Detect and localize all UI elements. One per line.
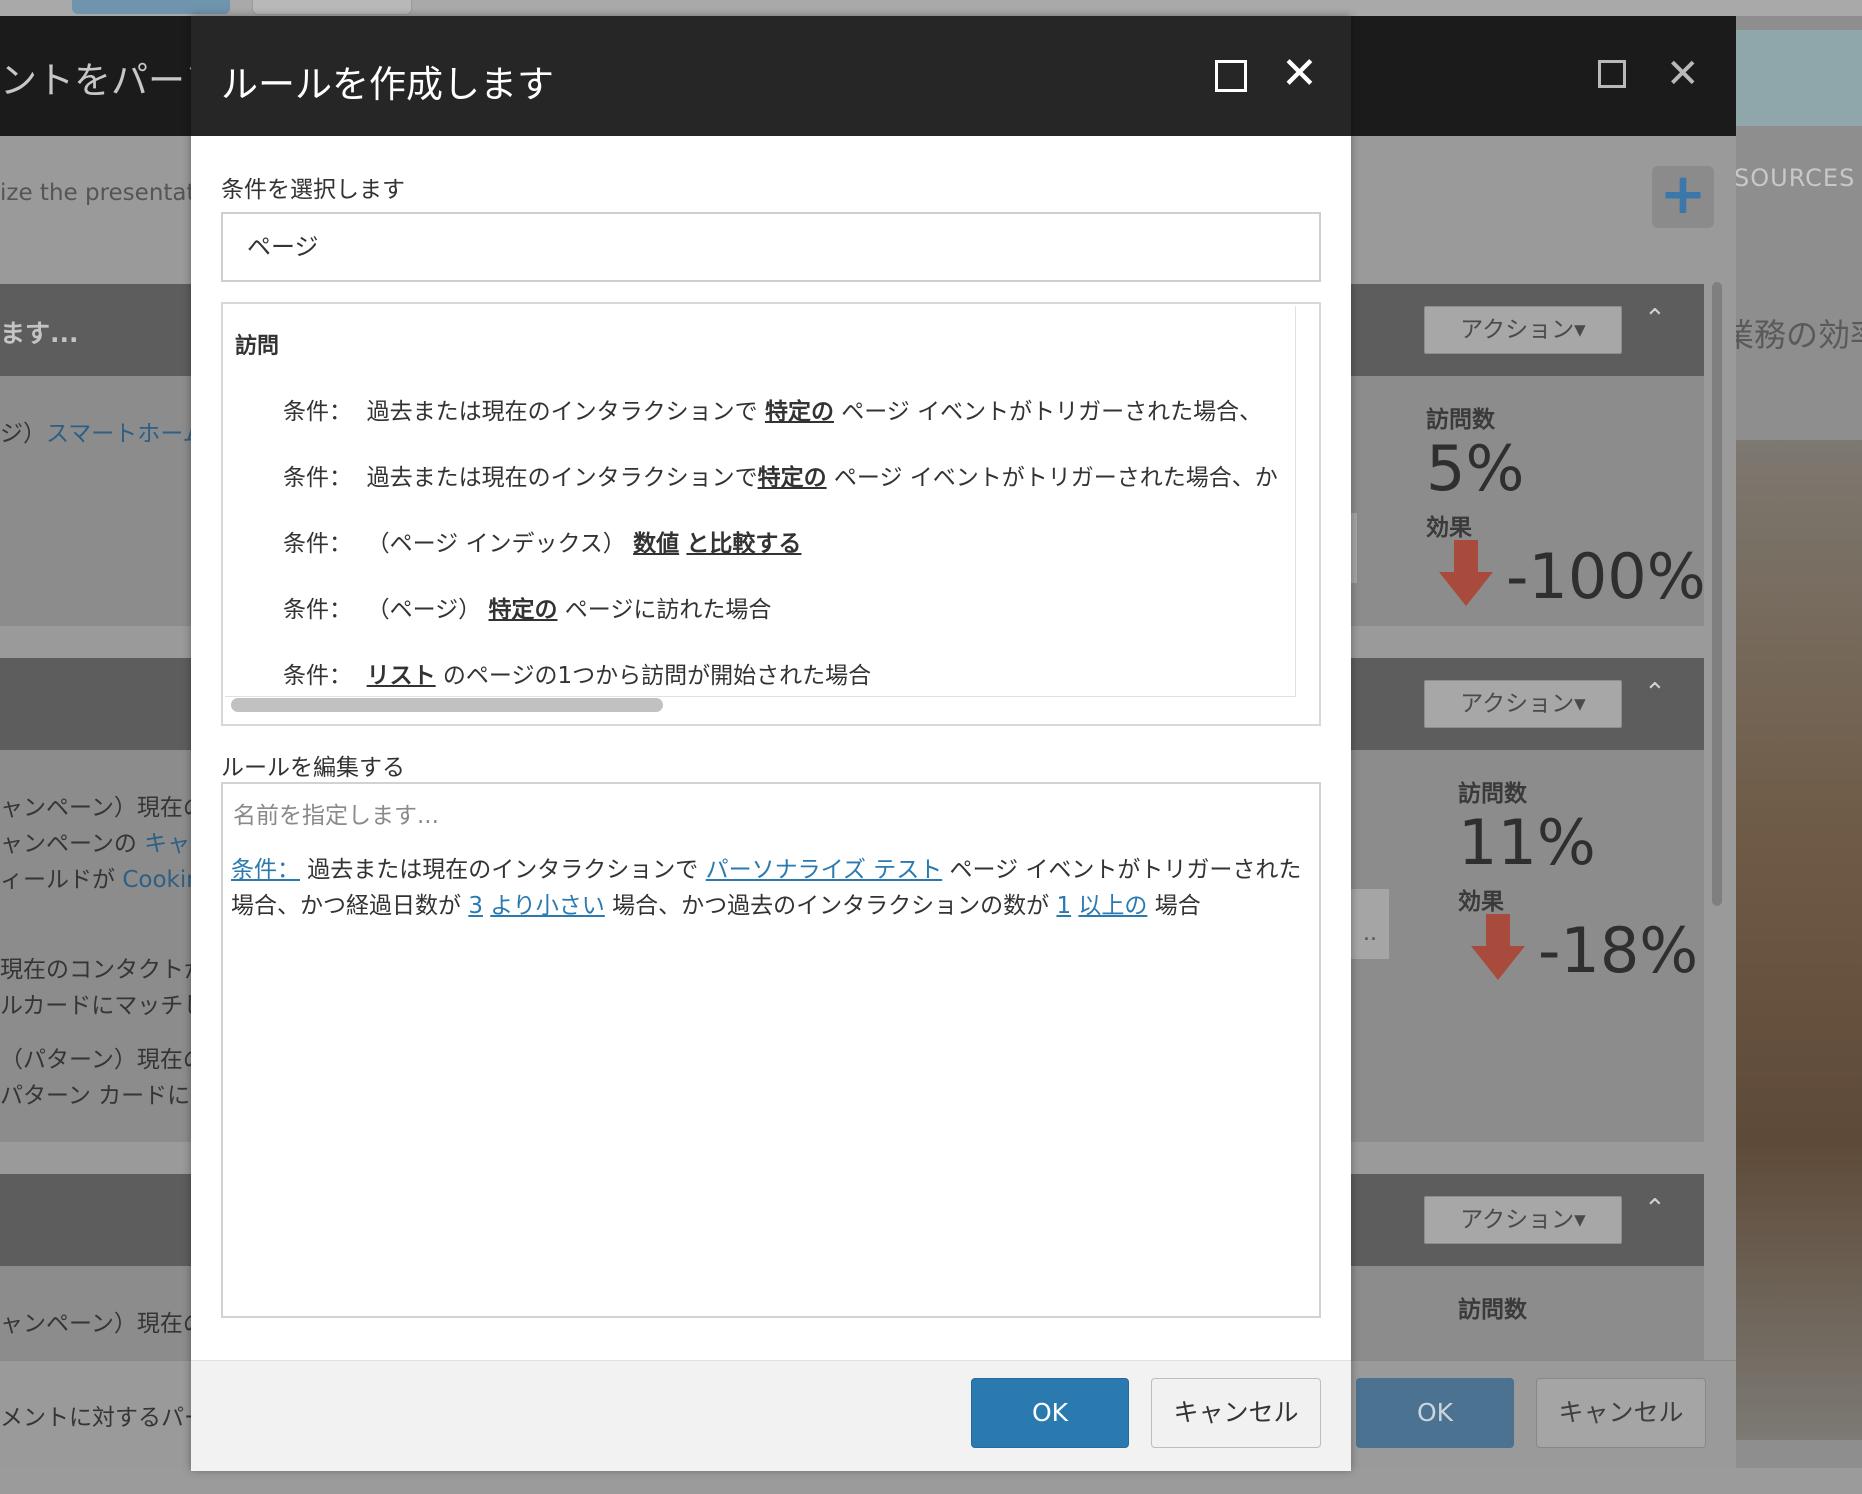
- condition-category: 訪問: [235, 334, 280, 359]
- rule-text: ジ）スマートホーム: [0, 421, 206, 447]
- background-tab-active[interactable]: [72, 0, 230, 14]
- outer-cancel-button[interactable]: キャンセル: [1536, 1378, 1706, 1448]
- action-dropdown[interactable]: アクション▾: [1424, 306, 1622, 354]
- effect-label: 効果: [1458, 889, 1504, 915]
- background-image: [1736, 440, 1862, 1440]
- collapse-icon[interactable]: ⌃: [1644, 678, 1666, 708]
- effect-value: -18%: [1538, 914, 1699, 987]
- condition-select-label: 条件を選択します: [221, 177, 405, 203]
- visits-label: 訪問数: [1426, 407, 1495, 433]
- effect-label: 効果: [1426, 515, 1472, 541]
- outer-dialog-subtitle: ize the presentatio: [0, 180, 216, 206]
- condition-item[interactable]: 条件： リスト のページの1つから訪問が開始された場合: [283, 656, 871, 690]
- background-bottom-strip: [0, 1468, 1862, 1494]
- visits-value: 11%: [1458, 806, 1596, 879]
- condition-item[interactable]: 条件： 過去または現在のインタラクションで 特定の ページ イベントがトリガーさ…: [283, 392, 1262, 426]
- create-rule-dialog: ルールを作成します ✕ 条件を選択します ページ 訪問 条件： 過去または現在の…: [191, 16, 1351, 1471]
- count-value-link[interactable]: 1: [1056, 893, 1071, 919]
- visits-label: 訪問数: [1458, 781, 1527, 807]
- collapse-icon[interactable]: ⌃: [1644, 304, 1666, 334]
- condition-link[interactable]: 条件：: [231, 857, 300, 883]
- rule-name-input[interactable]: 名前を指定します...: [233, 796, 439, 830]
- condition-item[interactable]: 条件： （ページ インデックス） 数値 と比較する: [283, 524, 801, 558]
- background-heading: 業務の効率: [1722, 316, 1862, 354]
- resources-tab-label[interactable]: SOURCES: [1734, 164, 1855, 192]
- visits-value: 5%: [1426, 432, 1525, 505]
- background-tab[interactable]: [252, 0, 412, 15]
- rule-text: 現在のコンタクトが: [0, 957, 207, 983]
- condition-list-horizontal-scrollbar[interactable]: [231, 698, 663, 712]
- close-icon[interactable]: ✕: [1666, 54, 1700, 94]
- rule-editor[interactable]: 名前を指定します... 条件： 過去または現在のインタラクションで パーソナライ…: [221, 782, 1321, 1318]
- condition-item[interactable]: 条件： 過去または現在のインタラクションで特定の ページ イベントがトリガーされ…: [283, 458, 1278, 492]
- down-arrow-icon-head: [1471, 946, 1525, 980]
- down-arrow-icon: [1486, 914, 1510, 948]
- condition-list: 訪問 条件： 過去または現在のインタラクションで 特定の ページ イベントがトリ…: [221, 302, 1321, 726]
- rule-link[interactable]: スマートホーム: [46, 421, 206, 447]
- action-dropdown[interactable]: アクション▾: [1424, 680, 1622, 728]
- count-operator-link[interactable]: 以上の: [1078, 893, 1147, 919]
- panel-side-button[interactable]: ..: [1350, 888, 1390, 960]
- background-scrollbar[interactable]: [1712, 282, 1722, 906]
- rule-text: パターン カードにマ: [0, 1083, 214, 1109]
- maximize-icon[interactable]: [1598, 60, 1626, 88]
- add-icon[interactable]: +: [1652, 166, 1714, 228]
- outer-dialog-title: ントをパーソ: [0, 59, 222, 102]
- ok-button[interactable]: OK: [971, 1378, 1129, 1448]
- condition-item[interactable]: 条件： （ページ） 特定の ページに訪れた場合: [283, 590, 771, 624]
- down-arrow-icon: [1454, 540, 1478, 574]
- footer-text: メントに対するパー: [0, 1405, 207, 1431]
- dialog-title: ルールを作成します: [221, 63, 554, 106]
- condition-list-viewport: 訪問 条件： 過去または現在のインタラクションで 特定の ページ イベントがトリ…: [225, 306, 1296, 697]
- down-arrow-icon-head: [1439, 572, 1493, 606]
- maximize-icon[interactable]: [1215, 60, 1247, 92]
- collapse-icon[interactable]: ⌃: [1644, 1194, 1666, 1224]
- rule-description: 条件： 過去または現在のインタラクションで パーソナライズ テスト ページ イベ…: [231, 857, 1302, 919]
- visits-label: 訪問数: [1458, 1297, 1527, 1323]
- operator-link[interactable]: より小さい: [490, 893, 605, 919]
- background-banner: [1736, 30, 1862, 126]
- rule-panel-title: ます...: [0, 319, 79, 348]
- days-value-link[interactable]: 3: [468, 893, 483, 919]
- condition-search-input[interactable]: ページ: [221, 212, 1321, 282]
- cancel-button[interactable]: キャンセル: [1151, 1378, 1321, 1448]
- close-icon[interactable]: ✕: [1281, 52, 1318, 96]
- action-dropdown[interactable]: アクション▾: [1424, 1196, 1622, 1244]
- effect-value: -100%: [1506, 540, 1706, 613]
- rule-text: （パターン）現在の: [0, 1047, 206, 1073]
- event-link[interactable]: パーソナライズ テスト: [706, 857, 943, 883]
- outer-ok-button[interactable]: OK: [1356, 1378, 1514, 1448]
- edit-rule-label: ルールを編集する: [221, 755, 405, 781]
